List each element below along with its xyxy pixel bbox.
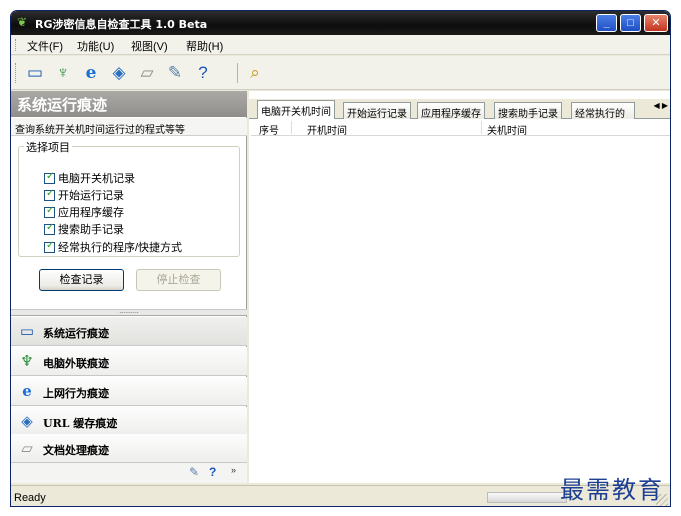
column-separator[interactable] [291, 121, 292, 134]
computer-icon: ▭ [19, 322, 35, 340]
chevron-more-icon[interactable]: » [231, 465, 236, 475]
tab-strip: 电脑开关机时间 开始运行记录 应用程序缓存 搜索助手记录 经常执行的 ◀ ▶ [249, 99, 670, 120]
panel-splitter[interactable]: .......... [11, 308, 247, 316]
nav-label: 系统运行痕迹 [43, 327, 109, 340]
nav-system-traces[interactable]: ▭ 系统运行痕迹 [11, 317, 247, 346]
tab-run-log[interactable]: 开始运行记录 [343, 102, 411, 120]
left-panel: 系统运行痕迹 查询系统开关机时间运行过的程式等等 选择项目 电脑开关机记录 开始… [11, 91, 247, 483]
nav-label: URL 缓存痕迹 [43, 417, 118, 430]
checkbox-checked-icon[interactable] [44, 240, 55, 253]
column-power-off-time[interactable]: 关机时间 [487, 122, 527, 137]
toolbar-separator [237, 63, 238, 83]
nav-label: 文档处理痕迹 [43, 444, 109, 457]
nav-label: 上网行为痕迹 [43, 387, 109, 400]
tab-search-assistant[interactable]: 搜索助手记录 [494, 102, 562, 120]
tab-scroll-arrows-icon[interactable]: ◀ ▶ [653, 101, 668, 110]
option-label: 搜索助手记录 [58, 224, 124, 236]
list-header: 序号 开机时间 关机时间 [251, 119, 670, 137]
panel-header: 系统运行痕迹 [11, 91, 247, 117]
toolbar-grip[interactable] [15, 63, 17, 83]
app-window: ❦ RG涉密信息自检查工具 1.0 Beta _ □ ✕ 文件(F) 功能(U)… [10, 10, 671, 507]
document-icon: ▱ [21, 439, 33, 457]
progress-bar [487, 492, 567, 503]
eraser-icon[interactable]: ✎ [163, 61, 187, 85]
title-bar[interactable]: ❦ RG涉密信息自检查工具 1.0 Beta _ □ ✕ [11, 11, 670, 35]
right-panel: 电脑开关机时间 开始运行记录 应用程序缓存 搜索助手记录 经常执行的 ◀ ▶ 序… [249, 91, 670, 483]
checkbox-checked-icon[interactable] [44, 171, 55, 184]
close-button[interactable]: ✕ [644, 14, 668, 32]
help-icon[interactable]: ? [209, 465, 216, 479]
status-text: Ready [14, 492, 46, 504]
minimize-button[interactable]: _ [596, 14, 617, 32]
usb-device-icon: ♆ [20, 352, 34, 370]
option-power-log[interactable]: 电脑开关机记录 [44, 170, 135, 186]
toolbar: ▭ ♆ e ◈ ▱ ✎ ? ⌕ [11, 56, 670, 90]
menubar-grip[interactable] [15, 39, 17, 51]
document-icon[interactable]: ▱ [135, 61, 159, 85]
ie-browser-icon[interactable]: e [79, 61, 103, 85]
option-search-assistant[interactable]: 搜索助手记录 [44, 221, 124, 237]
nav-internet-behavior[interactable]: e 上网行为痕迹 [11, 377, 247, 406]
url-cache-icon[interactable]: ◈ [107, 61, 131, 85]
stop-check-button[interactable]: 停止检查 [136, 269, 221, 291]
option-label: 应用程序缓存 [58, 207, 124, 219]
computer-icon[interactable]: ▭ [23, 61, 47, 85]
usb-device-icon[interactable]: ♆ [51, 61, 75, 85]
tab-power-time[interactable]: 电脑开关机时间 [257, 100, 335, 120]
panel-description: 查询系统开关机时间运行过的程式等等 [11, 118, 247, 136]
menu-view[interactable]: 视图(V) [131, 38, 168, 54]
column-separator[interactable] [481, 121, 482, 134]
help-icon[interactable]: ? [191, 61, 215, 85]
options-group-label: 选择项目 [24, 139, 72, 155]
ie-browser-icon: e [22, 382, 32, 400]
option-run-log[interactable]: 开始运行记录 [44, 187, 124, 203]
window-title: RG涉密信息自检查工具 1.0 Beta [35, 18, 208, 31]
menu-bar: 文件(F) 功能(U) 视图(V) 帮助(H) [11, 35, 670, 55]
nav-external-connection[interactable]: ♆ 电脑外联痕迹 [11, 347, 247, 376]
menu-help[interactable]: 帮助(H) [186, 38, 223, 54]
check-records-button[interactable]: 检查记录 [39, 269, 124, 291]
url-cache-icon: ◈ [21, 412, 33, 430]
nav-footer: ✎ ? » [11, 463, 247, 483]
nav-document-traces[interactable]: ▱ 文档处理痕迹 [11, 434, 247, 463]
nav-label: 电脑外联痕迹 [43, 357, 109, 370]
watermark: 最需教育 [560, 476, 664, 504]
option-label: 经常执行的程序/快捷方式 [58, 242, 183, 254]
app-logo-icon: ❦ [17, 15, 28, 29]
checkbox-checked-icon[interactable] [44, 222, 55, 235]
tab-app-cache[interactable]: 应用程序缓存 [417, 102, 485, 120]
option-label: 开始运行记录 [58, 190, 124, 202]
option-frequent-programs[interactable]: 经常执行的程序/快捷方式 [44, 239, 182, 255]
checkbox-checked-icon[interactable] [44, 188, 55, 201]
search-icon[interactable]: ⌕ [243, 61, 267, 85]
maximize-button[interactable]: □ [620, 14, 641, 32]
tab-frequent-programs[interactable]: 经常执行的 [571, 102, 635, 119]
eraser-icon[interactable]: ✎ [189, 465, 199, 479]
column-index[interactable]: 序号 [259, 122, 279, 137]
checkbox-checked-icon[interactable] [44, 205, 55, 218]
option-label: 电脑开关机记录 [58, 173, 135, 185]
menu-function[interactable]: 功能(U) [77, 38, 114, 54]
nav-url-cache[interactable]: ◈ URL 缓存痕迹 [11, 407, 247, 436]
option-app-cache[interactable]: 应用程序缓存 [44, 204, 124, 220]
menu-file[interactable]: 文件(F) [27, 38, 63, 54]
column-power-on-time[interactable]: 开机时间 [307, 122, 347, 137]
